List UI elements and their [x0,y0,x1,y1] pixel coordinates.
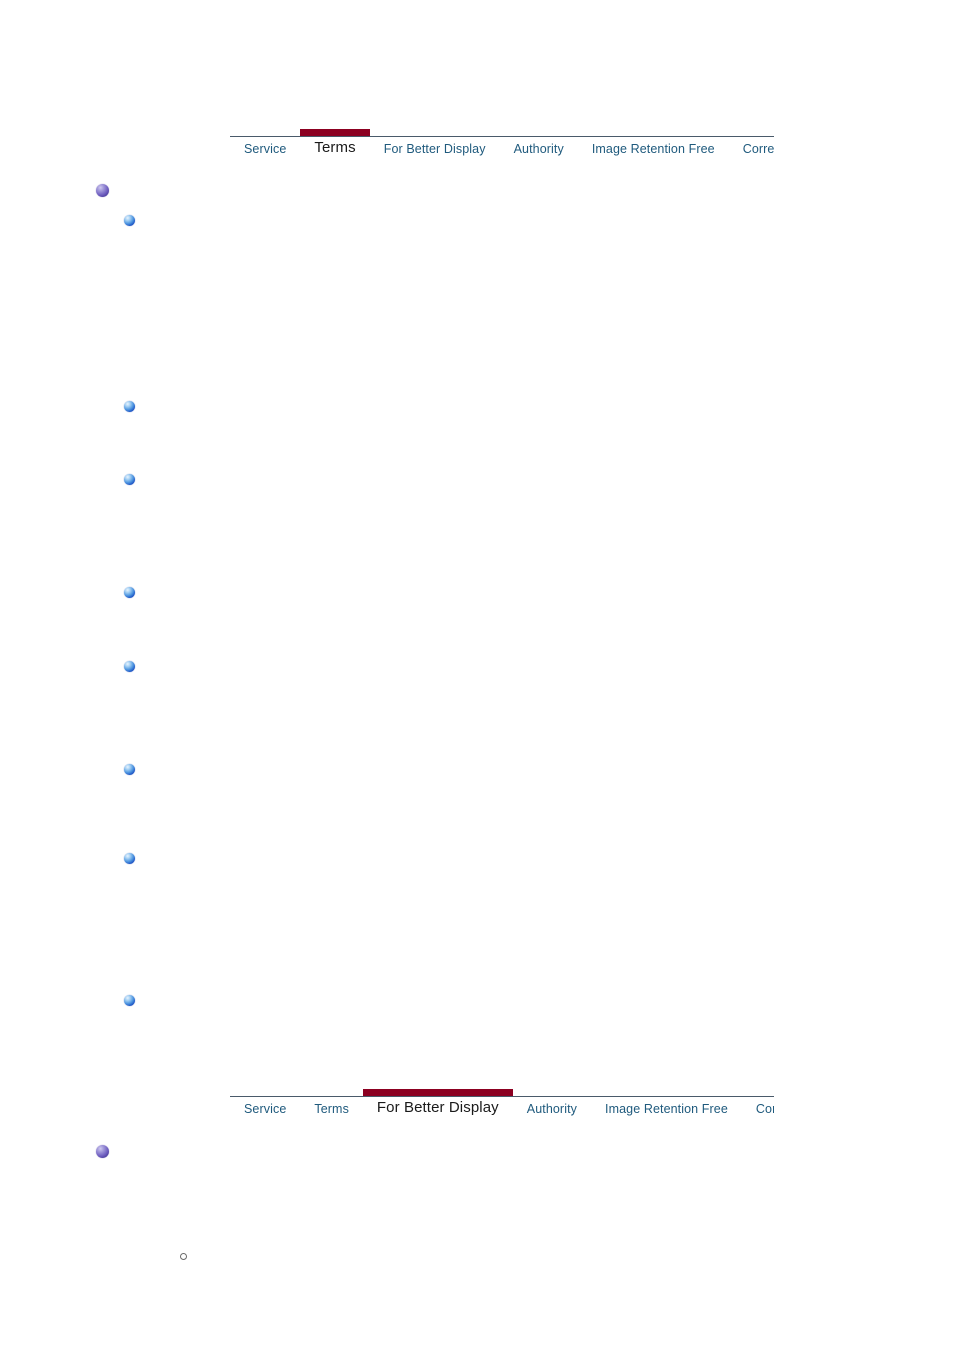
tab-service[interactable]: Service [230,129,300,156]
document-page: Service Terms For Better Display Authori… [0,0,954,1350]
tab-for-better-display-label: For Better Display [383,142,486,156]
tab-image-retention-free-label: Image Retention Free [591,142,715,156]
tab-correct-disposal-indicator [729,129,774,136]
bullet-marker-hollow [180,1253,187,1260]
tab-correct-disposal-label: Correct Disposal [742,142,774,156]
bullet-marker-level2 [124,587,135,598]
tab-terms-indicator [300,129,370,136]
tab2-terms[interactable]: Terms [300,1089,363,1116]
tab2-image-retention-free-indicator [591,1089,742,1096]
tab-for-better-display-indicator [370,129,500,136]
bullet-marker-level2 [124,995,135,1006]
bullet-marker-level2 [124,474,135,485]
tab2-correct-disposal-indicator [742,1089,774,1096]
bullet-marker-level2 [124,661,135,672]
bullet-marker-level1 [96,1145,109,1158]
bullet-marker-level1 [96,184,109,197]
bullet-marker-level2 [124,401,135,412]
bullet-marker-level2 [124,853,135,864]
primary-tab-navigation[interactable]: Service Terms For Better Display Authori… [230,129,774,169]
tab-terms[interactable]: Terms [300,129,370,156]
tab2-authority-indicator [513,1089,591,1096]
tab2-service-label: Service [244,1102,287,1116]
tab2-image-retention-free[interactable]: Image Retention Free [591,1089,742,1116]
tab2-correct-disposal-label: Correct Disposal [755,1102,774,1116]
tab-correct-disposal[interactable]: Correct Disposal [729,129,774,156]
tab2-service-indicator [230,1089,300,1096]
tabnav-bottom-tablist: Service Terms For Better Display Authori… [230,1089,774,1116]
tab2-for-better-display-indicator [362,1089,513,1096]
tab-for-better-display[interactable]: For Better Display [370,129,500,156]
tab-authority-indicator [500,129,578,136]
bullet-marker-level2 [124,764,135,775]
tab-image-retention-free[interactable]: Image Retention Free [578,129,729,156]
tab-terms-label: Terms [314,139,356,156]
tab-authority[interactable]: Authority [500,129,578,156]
bullet-marker-level2 [124,215,135,226]
tab2-correct-disposal[interactable]: Correct Disposal [742,1089,774,1116]
secondary-tab-navigation[interactable]: Service Terms For Better Display Authori… [230,1089,774,1129]
tabnav-top-tablist: Service Terms For Better Display Authori… [230,129,774,156]
tab2-terms-indicator [300,1089,363,1096]
tab2-image-retention-free-label: Image Retention Free [605,1102,728,1116]
tab-image-retention-free-indicator [578,129,729,136]
tab2-for-better-display-label: For Better Display [376,1099,499,1116]
tab2-authority[interactable]: Authority [513,1089,591,1116]
tab-service-label: Service [244,142,287,156]
tab-service-indicator [230,129,300,136]
tab2-terms-label: Terms [314,1102,349,1116]
tab2-service[interactable]: Service [230,1089,300,1116]
tab-authority-label: Authority [513,142,564,156]
tab2-authority-label: Authority [526,1102,577,1116]
tab2-for-better-display[interactable]: For Better Display [362,1089,513,1116]
